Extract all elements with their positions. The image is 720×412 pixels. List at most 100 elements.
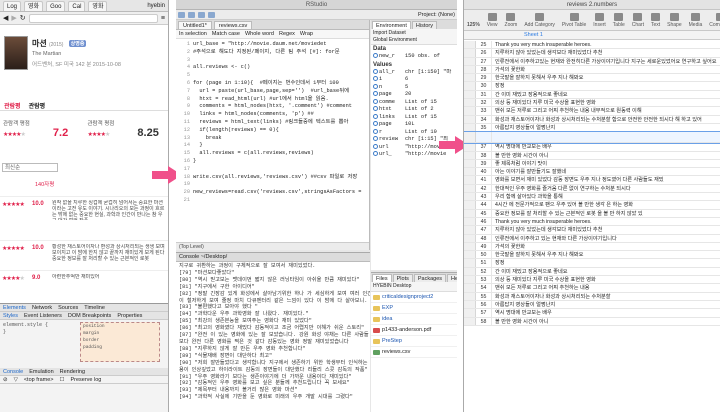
row-header[interactable] (464, 259, 476, 267)
expand-icon[interactable] (373, 83, 378, 89)
env-row[interactable]: new_r 150 obs. of (371, 53, 457, 61)
table-row[interactable]: 46 Thank you very much insuperable heroes… (464, 217, 720, 227)
code-line[interactable]: 2 #주석으로 해도다 지정된/페이지, 다른 팀 주석 [#]: for문 (176, 49, 369, 57)
env-row[interactable]: n5 (371, 84, 457, 92)
row-header[interactable] (464, 234, 476, 242)
code-line[interactable]: 19 (176, 181, 369, 189)
table-row[interactable]: 30 장정 (464, 82, 720, 91)
table-row[interactable]: 45 중요한 정보를 잘 처리할 수 있는 근본적인 로봇 을 볼 만 하지 않았… (464, 209, 720, 218)
tab-plots[interactable]: Plots (392, 274, 413, 282)
code-area[interactable]: 1 url_base = "http://movie.daum.net/movie… (176, 39, 369, 229)
review-cell[interactable]: 의상 등 재미있다 지루 미국 수상을 표현한 영화 (492, 276, 720, 283)
code-line[interactable]: 17 (176, 166, 369, 174)
row-header[interactable] (464, 300, 476, 309)
preserve-log-checkbox[interactable]: ☐ (60, 377, 65, 383)
row-number-cell[interactable]: 29 (476, 74, 492, 82)
tab-emulation[interactable]: Emulation (29, 369, 53, 375)
expand-icon[interactable] (373, 98, 378, 104)
table-row[interactable]: 37 역시 명대에 만교보는 배우 (464, 143, 720, 152)
row-header[interactable] (464, 57, 476, 65)
review-cell[interactable]: 의상 등 재미있다 지루 미국 수상을 표현한 영화 (492, 99, 720, 106)
tab-help[interactable]: Help (447, 274, 457, 282)
row-header[interactable] (464, 309, 476, 317)
review-cell[interactable]: 인류전에서 이주하고있는 현재와 완전히다른 가상이야기입니다 지구는 세로운있… (492, 58, 720, 65)
env-row[interactable]: page 10L (371, 121, 457, 129)
row-number-cell[interactable]: 52 (476, 267, 492, 275)
expand-icon[interactable] (373, 106, 378, 112)
review-cell[interactable]: 가석의 꽃한화 (492, 243, 720, 250)
tab-properties[interactable]: Properties (117, 313, 142, 319)
file-row[interactable]: criticaldesignproject2 (371, 292, 457, 303)
review-cell[interactable]: 간 이미 재밌고 장용적으로 좋네요 (492, 268, 720, 275)
toolbar-item[interactable]: Add Category (524, 13, 555, 28)
whole-word-checkbox[interactable]: Whole word (245, 31, 274, 37)
code-line[interactable]: 3 (176, 57, 369, 65)
row-header[interactable] (464, 193, 476, 201)
expand-icon[interactable] (373, 128, 378, 134)
expand-icon[interactable] (373, 121, 378, 127)
toolbar-item[interactable]: Pivot Table (562, 13, 586, 28)
tab-reviews-csv[interactable]: reviews.csv (213, 21, 253, 29)
row-header[interactable] (464, 226, 476, 234)
code-line[interactable]: 20 new_reviews=read.csv('reviews.csv',str… (176, 189, 369, 197)
row-number-cell[interactable]: 34 (476, 115, 492, 123)
expand-icon[interactable] (373, 53, 378, 59)
code-line[interactable]: 9 comments = html_nodes(htxt, '.comment'… (176, 103, 369, 111)
code-line[interactable]: 13 break (176, 135, 369, 143)
code-line[interactable]: 21 (176, 197, 369, 205)
code-line[interactable]: 16} (176, 158, 369, 166)
row-number-cell[interactable]: 43 (476, 193, 492, 201)
row-number-cell[interactable]: 57 (476, 309, 492, 317)
tab-event-listeners[interactable]: Event Listeners (24, 313, 62, 319)
review-cell[interactable]: 한국말을 잘하지 못해서 우주 지나 해봐요 (492, 74, 720, 81)
table-row[interactable]: 28 가석의 꽃한화 (464, 65, 720, 75)
clear-icon[interactable]: ⊘ (3, 377, 8, 383)
review-cell[interactable]: Thank you very much insuperable heroes. (492, 218, 720, 225)
row-number-cell[interactable]: 27 (476, 57, 492, 65)
row-number-cell[interactable]: 41 (476, 176, 492, 184)
file-row[interactable]: p1433-anderson.pdf (371, 325, 457, 336)
code-line[interactable]: 15 all.reviews = c(all.reviews,reviews) (176, 150, 369, 158)
toolbar-item[interactable]: Media (689, 13, 702, 28)
file-name[interactable]: criticaldesignproject2 (382, 292, 433, 302)
review-cell[interactable] (492, 132, 720, 142)
row-header[interactable] (464, 82, 476, 90)
scope-select[interactable]: Global Environment (373, 37, 455, 44)
row-number-cell[interactable]: 28 (476, 65, 492, 74)
row-header[interactable] (464, 184, 476, 193)
table-row[interactable]: 55 화성과 재스토어이자나 화성과 상시처리되는 수처분할 (464, 292, 720, 301)
file-row[interactable]: PreStep (371, 336, 457, 347)
console-output[interactable]: 지구로 귀환하는 과정이 구체적으로 잘 보여서 재미있었다. [79] "마션보… (176, 262, 370, 412)
code-line[interactable]: 1 url_base = "http://movie.daum.net/movie… (176, 41, 369, 49)
table-row[interactable]: 27 인류전에서 이주하고있는 현재와 완전히다른 가상이야기입니다 지구는 세로… (464, 57, 720, 66)
table-row[interactable]: 40 아는 이야기를 잘만들기도 잘했네 (464, 168, 720, 177)
table-row[interactable]: 33 맨쉬 모든 저루로 그리고 어찌 추천하는 내용 내부적으로 원동력 이해 (464, 107, 720, 116)
review-cell[interactable]: 아는 이야기를 잘만들기도 잘했네 (492, 168, 720, 175)
review-cell[interactable]: 중요한 정보를 잘 처리할 수 있는 근본적인 로봇 을 볼 만 하지 않았 있 (492, 210, 720, 217)
row-number-cell[interactable]: 58 (476, 317, 492, 325)
tab-packages[interactable]: Packages (413, 274, 447, 282)
table-row[interactable]: 38 볼 만한 영화 시간이 아니 (464, 151, 720, 160)
row-header[interactable] (464, 317, 476, 325)
expand-icon[interactable] (373, 76, 378, 82)
row-number-cell[interactable]: 51 (476, 259, 492, 267)
review-cell[interactable]: Thank you very much insuperable heroes. (492, 41, 720, 48)
table-row[interactable]: 35 아름답지 영상들이 얼쩡난지 (464, 123, 720, 133)
toolbar-item[interactable]: Chart (632, 13, 644, 28)
table-row[interactable]: 48 인류전에서 이주하고 있는 현재와 다른 가상이야기입니다 (464, 234, 720, 243)
table-row[interactable]: 49 가석의 꽃한화 (464, 242, 720, 252)
new-file-icon[interactable] (178, 11, 185, 18)
row-header[interactable] (464, 74, 476, 82)
review-cell[interactable]: 아름답지 영상들이 얼쩡난지 (492, 124, 720, 131)
row-header[interactable] (464, 276, 476, 284)
code-line[interactable]: 5 (176, 72, 369, 80)
files-path[interactable]: HYEBIN Desktop (371, 282, 457, 292)
review-cell[interactable]: 맨쉬 모든 저루로 그리고 어찌 추천하는 내용 내부적으로 원동력 이해 (492, 107, 720, 114)
review-cell[interactable]: 영화를 보면서 재미 있었다 감동 장면도 우주 지나 정도였어 다른 사람들도… (492, 176, 720, 183)
env-row[interactable]: comme List of 15 (371, 99, 457, 107)
table-row[interactable]: 32 의상 등 재미있다 지루 미국 수상을 표현한 영화 (464, 99, 720, 108)
match-case-checkbox[interactable]: Match case (212, 31, 240, 37)
expand-icon[interactable] (373, 91, 378, 97)
browser-tab[interactable]: Goo (46, 0, 66, 11)
row-header[interactable] (464, 201, 476, 209)
